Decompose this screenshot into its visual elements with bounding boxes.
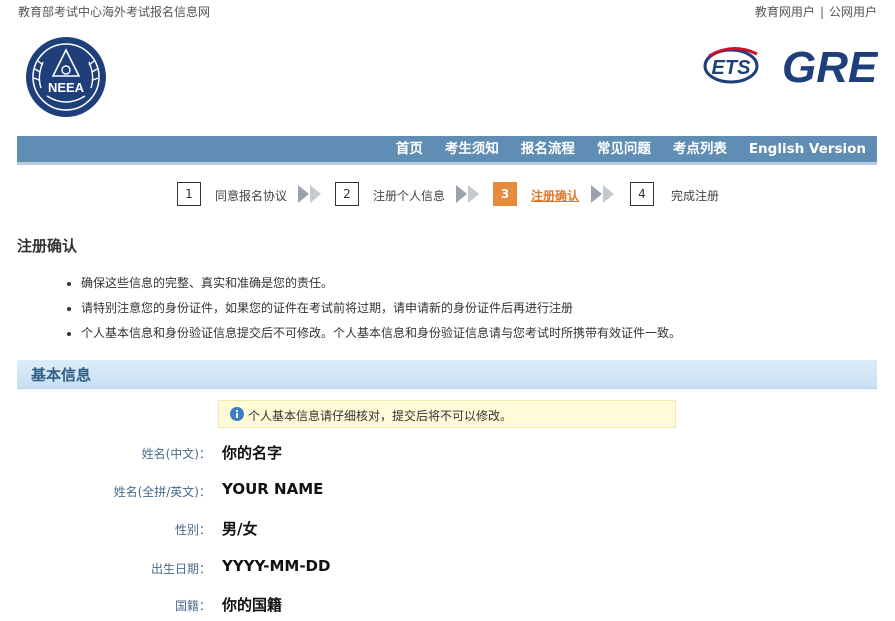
edu-user-link[interactable]: 教育网用户 bbox=[755, 5, 815, 19]
registration-steps: 1 同意报名协议 2 注册个人信息 3 注册确认 4 完成注册 bbox=[0, 182, 895, 208]
nav-candidate-notice[interactable]: 考生须知 bbox=[434, 136, 510, 162]
field-label-nationality: 国籍： bbox=[174, 599, 211, 613]
step-4-label: 完成注册 bbox=[671, 189, 720, 203]
ets-logo-text: ETS bbox=[712, 57, 752, 79]
step-3-number: 3 bbox=[493, 182, 517, 206]
user-links: 教育网用户 | 公网用户 bbox=[755, 3, 877, 20]
step-1-label: 同意报名协议 bbox=[215, 189, 288, 203]
step-arrow-icon bbox=[456, 185, 479, 203]
field-value-birth-date: YYYY-MM-DD bbox=[222, 557, 331, 575]
nav-test-centers[interactable]: 考点列表 bbox=[662, 136, 738, 162]
basic-info-title: 基本信息 bbox=[31, 366, 92, 384]
field-label-english-name: 姓名(全拼/英文)： bbox=[113, 485, 211, 499]
separator: | bbox=[819, 5, 824, 19]
notice-list: 确保这些信息的完整、真实和准确是您的责任。 请特别注意您的身份证件，如果您的证件… bbox=[65, 275, 681, 350]
main-nav: 首页 考生须知 报名流程 常见问题 考点列表 English Version bbox=[17, 136, 877, 165]
info-icon bbox=[230, 407, 244, 421]
basic-info-header: 基本信息 bbox=[17, 360, 877, 389]
nav-registration-process[interactable]: 报名流程 bbox=[510, 136, 586, 162]
field-value-nationality: 你的国籍 bbox=[222, 596, 283, 614]
hint-box: 个人基本信息请仔细核对，提交后将不可以修改。 bbox=[218, 400, 676, 428]
notice-item: 请特别注意您的身份证件，如果您的证件在考试前将过期，请申请新的身份证件后再进行注… bbox=[65, 300, 681, 325]
site-name: 教育部考试中心海外考试报名信息网 bbox=[18, 5, 211, 19]
field-value-chinese-name: 你的名字 bbox=[222, 444, 283, 462]
field-label-birth-date: 出生日期： bbox=[150, 562, 211, 576]
step-1-number: 1 bbox=[177, 182, 201, 206]
field-value-english-name: YOUR NAME bbox=[222, 480, 324, 498]
neea-logo-text: NEEA bbox=[48, 80, 85, 95]
ets-logo-icon: ETS bbox=[703, 47, 759, 84]
field-value-gender: 男/女 bbox=[222, 520, 258, 538]
step-2-label: 注册个人信息 bbox=[373, 189, 446, 203]
gre-logo-text: GRE bbox=[782, 43, 878, 90]
step-2-number: 2 bbox=[335, 182, 359, 206]
step-arrow-icon bbox=[591, 185, 614, 203]
step-3-label[interactable]: 注册确认 bbox=[531, 187, 579, 204]
step-arrow-icon bbox=[298, 185, 321, 203]
public-user-link[interactable]: 公网用户 bbox=[829, 5, 877, 19]
page-title: 注册确认 bbox=[17, 237, 78, 255]
nav-faq[interactable]: 常见问题 bbox=[586, 136, 662, 162]
neea-logo-icon: NEEA bbox=[26, 37, 106, 117]
nav-home[interactable]: 首页 bbox=[385, 136, 434, 162]
notice-item: 个人基本信息和身份验证信息提交后不可修改。个人基本信息和身份验证信息请与您考试时… bbox=[65, 325, 681, 350]
field-label-chinese-name: 姓名(中文)： bbox=[141, 447, 211, 461]
nav-english-version[interactable]: English Version bbox=[738, 136, 877, 162]
gre-logo-icon: GRE bbox=[782, 43, 878, 90]
step-4-number: 4 bbox=[630, 182, 654, 206]
field-label-gender: 性别： bbox=[174, 523, 211, 537]
notice-item: 确保这些信息的完整、真实和准确是您的责任。 bbox=[65, 275, 681, 300]
hint-text: 个人基本信息请仔细核对，提交后将不可以修改。 bbox=[248, 409, 513, 423]
top-bar: 教育部考试中心海外考试报名信息网 教育网用户 | 公网用户 bbox=[0, 0, 895, 22]
